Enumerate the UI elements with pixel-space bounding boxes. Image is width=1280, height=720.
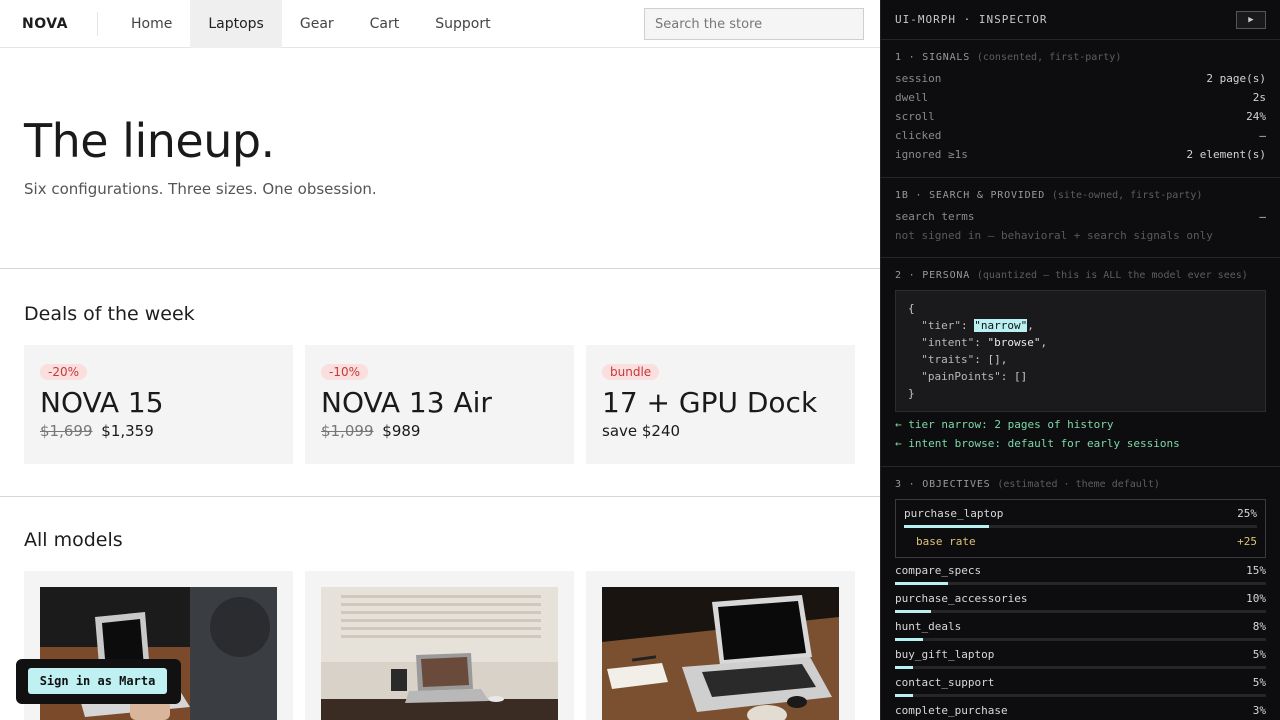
signal-row: dwell 2s [895, 91, 1266, 104]
persona-json: { "tier": "narrow", "intent": "browse", … [895, 290, 1266, 412]
deal-price: $1,699 $1,359 [40, 422, 277, 440]
search-heading: 1B · SEARCH & PROVIDED (site-owned, firs… [895, 190, 1203, 201]
model-card[interactable] [305, 571, 574, 720]
deal-card[interactable]: bundle 17 + GPU Dock save $240 [586, 345, 855, 464]
search-note: not signed in — behavioral + search sign… [895, 229, 1213, 242]
deal-name: NOVA 13 Air [321, 386, 492, 419]
objective-row[interactable]: hunt_deals 8% [895, 620, 1266, 641]
store-logo[interactable]: NOVA [0, 11, 98, 36]
search-input[interactable] [644, 8, 864, 40]
base-rate-row: base rate +25 [916, 535, 1257, 548]
objective-bar-fill [904, 525, 989, 528]
nav-cart[interactable]: Cart [352, 0, 418, 48]
nav-gear[interactable]: Gear [282, 0, 352, 48]
objective-primary[interactable]: purchase_laptop 25% base rate +25 [895, 499, 1266, 558]
persona-section: 2 · PERSONA (quantized — this is ALL the… [881, 258, 1280, 467]
discount-badge: -20% [40, 364, 88, 380]
deal-price: save $240 [602, 422, 681, 440]
deal-card[interactable]: -20% NOVA 15 $1,699 $1,359 [24, 345, 293, 464]
deal-name: 17 + GPU Dock [602, 386, 818, 419]
deals-title: Deals of the week [24, 303, 195, 325]
deal-price: $1,099 $989 [321, 422, 558, 440]
signals-heading: 1 · SIGNALS (consented, first-party) [895, 52, 1122, 63]
objectives-heading: 3 · OBJECTIVES (estimated · theme defaul… [895, 479, 1160, 490]
objective-name: purchase_laptop [904, 507, 1004, 520]
objective-bar-fill [895, 638, 924, 641]
signal-row: scroll 24% [895, 110, 1266, 123]
deal-card[interactable]: -10% NOVA 13 Air $1,099 $989 [305, 345, 574, 464]
objective-bar [895, 582, 1266, 585]
objective-name: purchase_accessories [895, 592, 1028, 605]
laptop-photo [321, 587, 558, 720]
objective-bar [895, 694, 1266, 697]
inspector-title: UI-MORPH · INSPECTOR [895, 13, 1048, 26]
objective-pct: 5% [1252, 648, 1266, 661]
objective-pct: 5% [1252, 676, 1266, 689]
objective-row[interactable]: compare_specs 15% [895, 564, 1266, 585]
objective-name: complete_purchase [895, 704, 1008, 717]
new-price: $1,359 [101, 422, 154, 440]
play-icon[interactable]: ▶ [1236, 10, 1266, 29]
discount-badge: -10% [321, 364, 369, 380]
model-card[interactable] [586, 571, 855, 720]
objective-name: hunt_deals [895, 620, 962, 633]
objective-pct: 25% [1237, 507, 1257, 520]
deal-name: NOVA 15 [40, 386, 164, 419]
objective-bar-fill [895, 582, 949, 585]
objective-bar [895, 666, 1266, 669]
top-nav: NOVA Home Laptops Gear Cart Support [0, 0, 880, 48]
nav-laptops[interactable]: Laptops [190, 0, 282, 48]
signals-section: 1 · SIGNALS (consented, first-party) ses… [881, 40, 1280, 178]
objective-pct: 8% [1252, 620, 1266, 633]
objective-bar-fill [895, 666, 913, 669]
nav-home[interactable]: Home [113, 0, 190, 48]
signal-row: ignored ≥1s 2 element(s) [895, 148, 1266, 161]
store-page: NOVA Home Laptops Gear Cart Support The … [0, 0, 880, 720]
search-provided-section: 1B · SEARCH & PROVIDED (site-owned, firs… [881, 178, 1280, 258]
objective-pct: 3% [1252, 704, 1266, 717]
objective-name: buy_gift_laptop [895, 648, 995, 661]
hero-subtitle: Six configurations. Three sizes. One obs… [24, 180, 377, 198]
sign-in-button[interactable]: Sign in as Marta [28, 668, 167, 694]
old-price: $1,099 [321, 422, 374, 440]
tier-value: "narrow" [974, 319, 1028, 332]
objective-name: compare_specs [895, 564, 982, 577]
objectives-section: 3 · OBJECTIVES (estimated · theme defaul… [881, 467, 1280, 720]
objective-row[interactable]: complete_purchase 3% [895, 704, 1266, 720]
signal-row: session 2 page(s) [895, 72, 1266, 85]
models-title: All models [24, 529, 123, 551]
intent-value: "browse" [987, 336, 1041, 349]
objective-bar-fill [895, 694, 913, 697]
new-price: $989 [382, 422, 421, 440]
bundle-badge: bundle [602, 364, 660, 380]
objective-row[interactable]: buy_gift_laptop 5% [895, 648, 1266, 669]
hero-section: The lineup. Six configurations. Three si… [0, 48, 880, 269]
objective-bar [904, 525, 1257, 528]
objective-pct: 15% [1246, 564, 1266, 577]
persona-note: ← intent browse: default for early sessi… [895, 437, 1180, 450]
deals-section: Deals of the week -20% NOVA 15 $1,699 $1… [0, 269, 880, 497]
objective-bar [895, 638, 1266, 641]
objective-pct: 10% [1246, 592, 1266, 605]
nav-support[interactable]: Support [417, 0, 508, 48]
inspector-header: UI-MORPH · INSPECTOR ▶ [881, 0, 1280, 40]
objective-bar-fill [895, 610, 931, 613]
laptop-photo [602, 587, 839, 720]
objective-row[interactable]: purchase_accessories 10% [895, 592, 1266, 613]
inspector-panel: UI-MORPH · INSPECTOR ▶ 1 · SIGNALS (cons… [880, 0, 1280, 720]
old-price: $1,699 [40, 422, 93, 440]
hero-title: The lineup. [24, 114, 275, 168]
signal-row: clicked — [895, 129, 1266, 142]
persona-heading: 2 · PERSONA (quantized — this is ALL the… [895, 270, 1248, 281]
objective-bar [895, 610, 1266, 613]
search-terms-row: search terms — [895, 210, 1266, 223]
signin-toast: Sign in as Marta [16, 659, 181, 704]
objective-row[interactable]: contact_support 5% [895, 676, 1266, 697]
objective-name: contact_support [895, 676, 995, 689]
persona-note: ← tier narrow: 2 pages of history [895, 418, 1114, 431]
